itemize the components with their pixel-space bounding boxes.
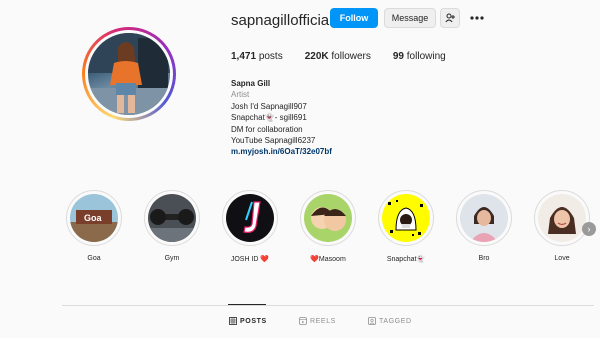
highlight-label: Gym	[164, 255, 180, 262]
following-label: following	[406, 51, 446, 62]
highlight-cover	[148, 194, 196, 242]
profile-username: sapnagillofficial	[231, 12, 333, 29]
suggest-user-button[interactable]	[440, 8, 460, 28]
highlight-ring	[222, 190, 278, 246]
highlight-ring: Goa	[66, 190, 122, 246]
tab-label: REELS	[310, 317, 336, 325]
bio-line: Snapchat👻- sgill691	[231, 113, 307, 123]
tab-reels[interactable]: REELS	[299, 317, 336, 325]
highlights-next-button[interactable]: ›	[582, 222, 596, 236]
follow-button[interactable]: Follow	[330, 8, 378, 28]
posts-label: posts	[258, 51, 283, 62]
tab-label: TAGGED	[379, 317, 412, 325]
highlight-ring	[456, 190, 512, 246]
highlight-josh-id[interactable]: JOSH ID ❤️	[218, 190, 282, 263]
highlight-snapchat[interactable]: Snapchat👻	[374, 190, 438, 263]
highlight-ring	[300, 190, 356, 246]
highlight-masoom[interactable]: ❤️Masoom	[296, 190, 360, 263]
highlight-label: Snapchat👻	[386, 256, 426, 263]
highlight-cover: Goa	[70, 194, 118, 242]
highlight-cover	[460, 194, 508, 242]
highlight-cover	[226, 194, 274, 242]
highlight-ring	[534, 190, 590, 246]
following-count: 99	[392, 51, 404, 62]
highlight-ring	[144, 190, 200, 246]
profile-full-name: Sapna Gill	[231, 79, 271, 88]
tag-icon	[368, 317, 376, 325]
story-highlights: Goa Goa Gym JOSH ID ❤️ ❤️Masoom Snapchat…	[62, 190, 594, 270]
highlight-gym[interactable]: Gym	[140, 190, 204, 262]
bio-link[interactable]: m.myjosh.in/6OaT/32e07bf	[231, 146, 332, 157]
message-button[interactable]: Message	[384, 8, 436, 28]
posts-count: 1,471	[231, 51, 257, 62]
profile-stats: 1,471 posts 220K followers 99 following	[231, 51, 468, 62]
tab-tagged[interactable]: TAGGED	[368, 317, 412, 325]
active-tab-indicator	[228, 304, 266, 305]
highlight-label: Goa	[87, 255, 101, 262]
svg-text:Goa: Goa	[84, 213, 102, 223]
highlight-label: Love	[554, 255, 570, 262]
chevron-right-icon: ›	[587, 224, 591, 234]
followers-count: 220K	[304, 51, 329, 62]
tab-label: POSTS	[240, 317, 267, 325]
highlight-label: JOSH ID ❤️	[230, 256, 270, 263]
avatar-border	[85, 30, 173, 118]
followers-stat[interactable]: 220K followers	[305, 51, 371, 62]
tabs-divider	[62, 305, 594, 306]
highlight-label: ❤️Masoom	[310, 256, 346, 263]
more-options-button[interactable]	[470, 10, 484, 24]
highlight-ring	[378, 190, 434, 246]
avatar-photo	[88, 33, 170, 115]
grid-icon	[229, 317, 237, 325]
profile-category: Artist	[231, 90, 250, 100]
highlight-bro[interactable]: Bro	[452, 190, 516, 262]
bio-line: Josh I'd Sapnagill907	[231, 101, 307, 111]
more-horizontal-icon	[470, 16, 484, 20]
highlight-cover	[382, 194, 430, 242]
bio-line: YouTube Sapnagill6237	[231, 136, 316, 146]
highlight-cover	[538, 194, 586, 242]
followers-label: followers	[331, 51, 371, 62]
following-stat[interactable]: 99 following	[393, 51, 446, 62]
posts-stat[interactable]: 1,471 posts	[231, 51, 283, 62]
highlight-goa[interactable]: Goa Goa	[62, 190, 126, 262]
highlight-label: Bro	[478, 255, 490, 262]
profile-avatar[interactable]	[82, 27, 176, 121]
reels-icon	[299, 317, 307, 325]
profile-bio: Sapna Gill Artist Josh I'd Sapnagill907 …	[231, 78, 332, 158]
highlight-cover	[304, 194, 352, 242]
bio-line: DM for collaboration	[231, 124, 303, 134]
tab-posts[interactable]: POSTS	[229, 317, 267, 325]
add-user-icon	[445, 13, 455, 23]
